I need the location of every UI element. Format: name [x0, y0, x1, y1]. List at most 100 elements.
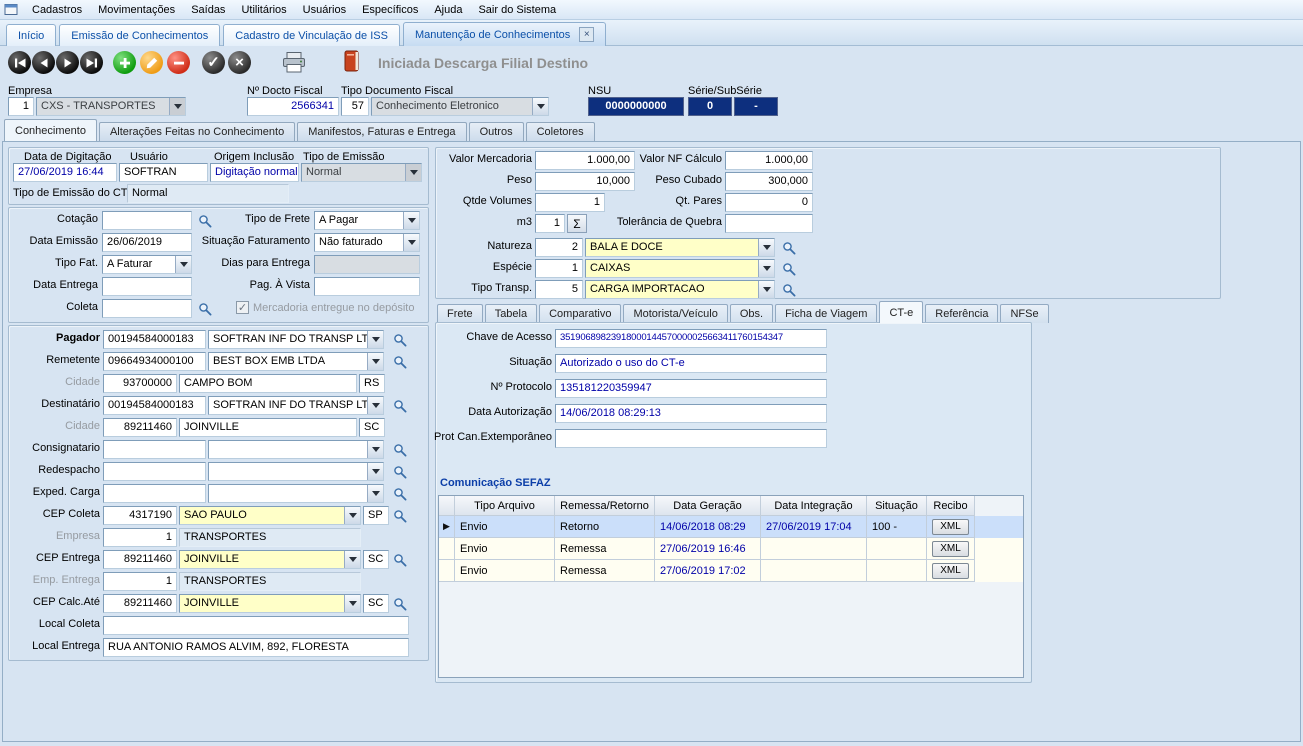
- chave-acesso-field[interactable]: 3519068982391800014457000002566341176015…: [555, 329, 827, 348]
- tipo-emissao-cte-field[interactable]: Normal: [127, 184, 289, 203]
- cep-calc-ate-uf-field[interactable]: SC: [363, 594, 389, 613]
- especie-code-field[interactable]: 1: [535, 259, 583, 278]
- cep-calc-ate-code-field[interactable]: 89211460: [103, 594, 177, 613]
- peso-field[interactable]: 10,000: [535, 172, 635, 191]
- menu-cadastros[interactable]: Cadastros: [24, 2, 90, 18]
- empresa-code-field[interactable]: 1: [8, 97, 34, 116]
- valor-mercadoria-field[interactable]: 1.000,00: [535, 151, 635, 170]
- pagador-search-button[interactable]: [390, 330, 410, 349]
- cep-entrega-code-field[interactable]: 89211460: [103, 550, 177, 569]
- tab-conhecimento[interactable]: Conhecimento: [4, 119, 97, 141]
- destinatario-combo[interactable]: SOFTRAN INF DO TRANSP LTDA: [208, 396, 384, 415]
- cep-entrega-uf-field[interactable]: SC: [363, 550, 389, 569]
- data-digitacao-field[interactable]: 27/06/2019 16:44: [13, 163, 117, 182]
- tab-tabela[interactable]: Tabela: [485, 304, 537, 323]
- tab-coletores[interactable]: Coletores: [526, 122, 595, 141]
- tab-inicio[interactable]: Início: [6, 24, 56, 46]
- remetente-search-button[interactable]: [390, 352, 410, 371]
- tab-obs[interactable]: Obs.: [730, 304, 773, 323]
- tipo-documento-combo[interactable]: Conhecimento Eletronico: [371, 97, 549, 116]
- cidade-remetente-name-field[interactable]: CAMPO BOM: [179, 374, 357, 393]
- remetente-code-field[interactable]: 09664934000100: [103, 352, 206, 371]
- tab-cadastro-vinculacao-iss[interactable]: Cadastro de Vinculação de ISS: [223, 24, 400, 46]
- pagador-combo[interactable]: SOFTRAN INF DO TRANSP LTDA: [208, 330, 384, 349]
- menu-ajuda[interactable]: Ajuda: [426, 2, 470, 18]
- especie-combo[interactable]: CAIXAS: [585, 259, 775, 278]
- xml-button[interactable]: XML: [932, 563, 969, 579]
- natureza-code-field[interactable]: 2: [535, 238, 583, 257]
- consignatario-search-button[interactable]: [390, 440, 410, 459]
- menu-sair[interactable]: Sair do Sistema: [470, 2, 564, 18]
- prot-can-field[interactable]: [555, 429, 827, 448]
- peso-cubado-field[interactable]: 300,000: [725, 172, 813, 191]
- xml-button[interactable]: XML: [932, 541, 969, 557]
- cep-coleta-combo[interactable]: SAO PAULO: [179, 506, 361, 525]
- m3-field[interactable]: 1: [535, 214, 565, 233]
- menu-utilitarios[interactable]: Utilitários: [233, 2, 294, 18]
- redespacho-combo[interactable]: [208, 462, 384, 481]
- situacao-cte-field[interactable]: Autorizado o uso do CT-e: [555, 354, 827, 373]
- tipo-emissao-combo[interactable]: Normal: [301, 163, 422, 182]
- tipo-transp-code-field[interactable]: 5: [535, 280, 583, 299]
- coleta-search-button[interactable]: [195, 299, 215, 318]
- tab-cte[interactable]: CT-e: [879, 301, 923, 323]
- natureza-search-button[interactable]: [779, 238, 799, 257]
- mercadoria-deposito-checkbox[interactable]: ✓: [236, 301, 249, 314]
- menu-movimentacoes[interactable]: Movimentações: [90, 2, 183, 18]
- local-coleta-field[interactable]: [103, 616, 409, 635]
- last-record-button[interactable]: [80, 51, 103, 74]
- empresa-combo[interactable]: CXS - TRANSPORTES: [36, 97, 186, 116]
- cancel-button[interactable]: ×: [228, 51, 251, 74]
- pagador-code-field[interactable]: 00194584000183: [103, 330, 206, 349]
- tab-ficha-viagem[interactable]: Ficha de Viagem: [775, 304, 877, 323]
- sefaz-row[interactable]: ▶ Envio Retorno 14/06/2018 08:29 27/06/2…: [439, 516, 1023, 538]
- sum-m3-button[interactable]: Σ: [567, 214, 587, 233]
- next-record-button[interactable]: [56, 51, 79, 74]
- tipo-frete-combo[interactable]: A Pagar: [314, 211, 420, 230]
- confirm-button[interactable]: ✓: [202, 51, 225, 74]
- tab-referencia[interactable]: Referência: [925, 304, 998, 323]
- exped-carga-combo[interactable]: [208, 484, 384, 503]
- situacao-faturamento-combo[interactable]: Não faturado: [314, 233, 420, 252]
- qtde-volumes-field[interactable]: 1: [535, 193, 605, 212]
- xml-button[interactable]: XML: [932, 519, 969, 535]
- data-autorizacao-field[interactable]: 14/06/2018 08:29:13: [555, 404, 827, 423]
- tab-emissao-conhecimentos[interactable]: Emissão de Conhecimentos: [59, 24, 220, 46]
- redespacho-code-field[interactable]: [103, 462, 206, 481]
- cep-coleta-uf-field[interactable]: SP: [363, 506, 389, 525]
- document-log-button[interactable]: [344, 50, 361, 75]
- tipo-transp-search-button[interactable]: [779, 280, 799, 299]
- protocolo-field[interactable]: 135181220359947: [555, 379, 827, 398]
- cep-calc-ate-search-button[interactable]: [390, 594, 410, 613]
- docto-fiscal-field[interactable]: 2566341: [247, 97, 339, 116]
- local-entrega-field[interactable]: RUA ANTONIO RAMOS ALVIM, 892, FLORESTA: [103, 638, 409, 657]
- consignatario-code-field[interactable]: [103, 440, 206, 459]
- cep-entrega-combo[interactable]: JOINVILLE: [179, 550, 361, 569]
- tab-nfse[interactable]: NFSe: [1000, 304, 1048, 323]
- tipo-transp-combo[interactable]: CARGA IMPORTACAO: [585, 280, 775, 299]
- valor-nf-calculo-field[interactable]: 1.000,00: [725, 151, 813, 170]
- menu-especificos[interactable]: Específicos: [354, 2, 426, 18]
- tab-frete[interactable]: Frete: [437, 304, 483, 323]
- sefaz-row[interactable]: Envio Remessa 27/06/2019 17:02 XML: [439, 560, 1023, 582]
- especie-search-button[interactable]: [779, 259, 799, 278]
- qt-pares-field[interactable]: 0: [725, 193, 813, 212]
- cidade-remetente-uf-field[interactable]: RS: [359, 374, 385, 393]
- exped-carga-code-field[interactable]: [103, 484, 206, 503]
- tab-alteracoes[interactable]: Alterações Feitas no Conhecimento: [99, 122, 295, 141]
- cidade-destinatario-code-field[interactable]: 89211460: [103, 418, 177, 437]
- print-button[interactable]: [282, 52, 306, 76]
- tab-manifestos[interactable]: Manifestos, Faturas e Entrega: [297, 122, 466, 141]
- destinatario-search-button[interactable]: [390, 396, 410, 415]
- cidade-remetente-code-field[interactable]: 93700000: [103, 374, 177, 393]
- add-record-button[interactable]: [113, 51, 136, 74]
- redespacho-search-button[interactable]: [390, 462, 410, 481]
- cidade-destinatario-name-field[interactable]: JOINVILLE: [179, 418, 357, 437]
- tab-motorista-veiculo[interactable]: Motorista/Veículo: [623, 304, 727, 323]
- cep-calc-ate-combo[interactable]: JOINVILLE: [179, 594, 361, 613]
- natureza-combo[interactable]: BALA E DOCE: [585, 238, 775, 257]
- usuario-field[interactable]: SOFTRAN: [119, 163, 208, 182]
- tab-comparativo[interactable]: Comparativo: [539, 304, 621, 323]
- cidade-destinatario-uf-field[interactable]: SC: [359, 418, 385, 437]
- cep-coleta-search-button[interactable]: [390, 506, 410, 525]
